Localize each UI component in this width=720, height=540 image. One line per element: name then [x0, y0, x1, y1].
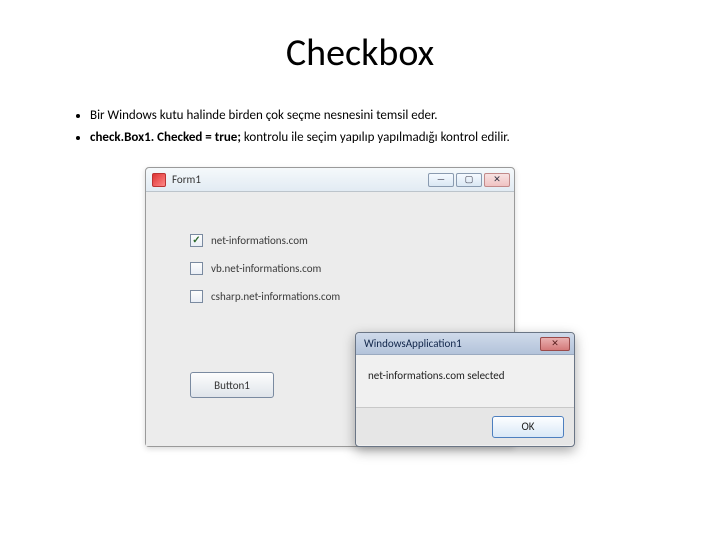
page-title: Checkbox	[40, 30, 680, 76]
ok-button[interactable]: OK	[492, 416, 564, 438]
close-button[interactable]: ✕	[484, 173, 510, 187]
checkbox-icon[interactable]	[190, 290, 203, 303]
messagebox-footer: OK	[356, 407, 574, 445]
close-button[interactable]: ✕	[540, 337, 570, 351]
checkbox-label: vb.net-informations.com	[211, 262, 321, 275]
bullet-bold: check.Box1. Checked = true;	[90, 130, 241, 145]
checkbox-group: net-informations.com vb.net-informations…	[190, 226, 450, 310]
form-title: Form1	[172, 173, 428, 186]
minimize-button[interactable]: —	[428, 173, 454, 187]
bullet-item: Bir Windows kutu halinde birden çok seçm…	[90, 106, 680, 126]
messagebox-titlebar: WindowsApplication1 ✕	[356, 333, 574, 355]
screenshot-area: Form1 — ▢ ✕ net-informations.com vb.net-…	[145, 167, 575, 477]
bullet-rest: kontrolu ile seçim yapılıp yapılmadığı k…	[241, 130, 510, 145]
bullet-item: check.Box1. Checked = true; kontrolu ile…	[90, 128, 680, 148]
window-buttons: — ▢ ✕	[428, 173, 510, 187]
form-titlebar: Form1 — ▢ ✕	[146, 168, 514, 192]
app-icon	[152, 173, 166, 187]
checkbox-label: net-informations.com	[211, 234, 308, 247]
button1[interactable]: Button1	[190, 372, 274, 398]
maximize-button[interactable]: ▢	[456, 173, 482, 187]
messagebox-title: WindowsApplication1	[364, 337, 540, 350]
checkbox-icon[interactable]	[190, 262, 203, 275]
messagebox-window: WindowsApplication1 ✕ net-informations.c…	[355, 332, 575, 447]
checkbox-label: csharp.net-informations.com	[211, 290, 340, 303]
checkbox-row[interactable]: csharp.net-informations.com	[190, 282, 450, 310]
bullet-list: Bir Windows kutu halinde birden çok seçm…	[50, 106, 680, 147]
slide: Checkbox Bir Windows kutu halinde birden…	[0, 0, 720, 540]
messagebox-text: net-informations.com selected	[356, 355, 574, 407]
checkbox-icon[interactable]	[190, 234, 203, 247]
checkbox-row[interactable]: vb.net-informations.com	[190, 254, 450, 282]
checkbox-row[interactable]: net-informations.com	[190, 226, 450, 254]
